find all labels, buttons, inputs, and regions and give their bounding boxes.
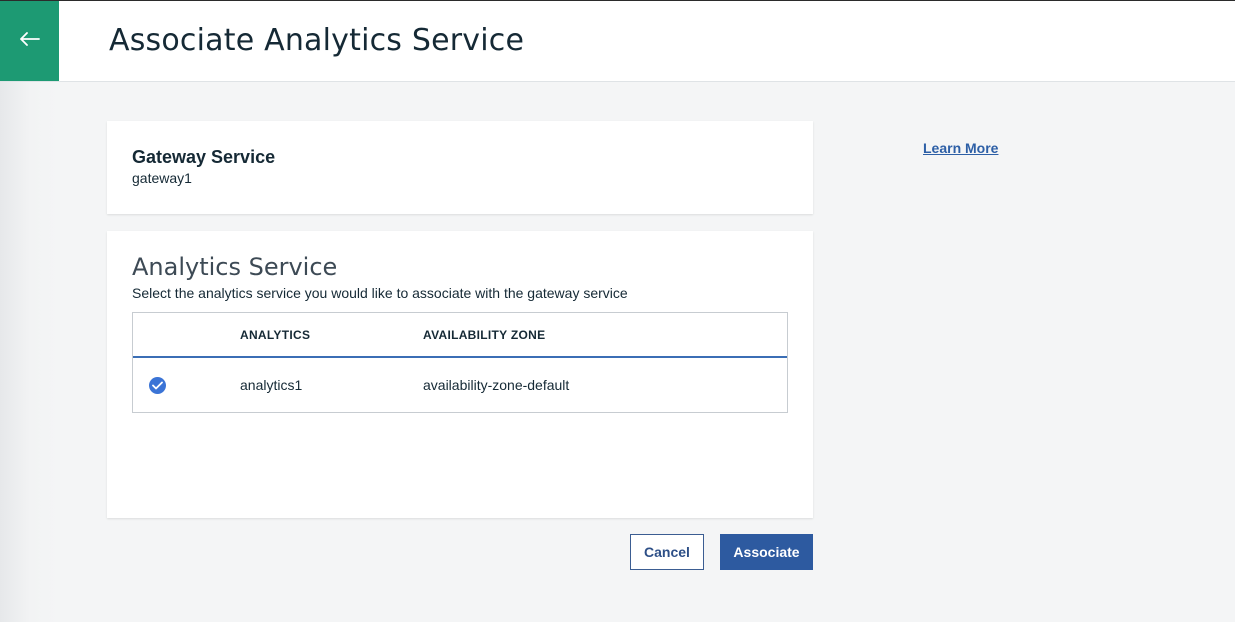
associate-button[interactable]: Associate [720,534,813,570]
radio-selected-icon[interactable] [149,377,166,394]
analytics-service-description: Select the analytics service you would l… [132,285,628,301]
gateway-service-heading: Gateway Service [132,147,276,167]
analytics-service-card: Analytics Service Select the analytics s… [107,231,813,518]
analytics-table: ANALYTICS AVAILABILITY ZONE analytics1 a… [132,312,788,413]
gateway-service-card: Gateway Service gateway1 [107,121,813,214]
table-row[interactable]: analytics1 availability-zone-default [133,358,787,412]
cell-availability-zone: availability-zone-default [423,377,570,393]
page-title: Associate Analytics Service [109,23,525,58]
column-header-availability-zone[interactable]: AVAILABILITY ZONE [423,328,545,342]
page-header: Associate Analytics Service [0,1,1235,82]
table-header: ANALYTICS AVAILABILITY ZONE [133,313,787,358]
gateway-service-value: gateway1 [132,170,192,186]
cell-analytics: analytics1 [240,377,303,393]
cancel-button[interactable]: Cancel [630,534,704,570]
arrow-left-icon [19,31,40,51]
analytics-service-heading: Analytics Service [132,253,338,281]
back-button[interactable] [0,1,59,81]
learn-more-link[interactable]: Learn More [923,140,998,156]
column-header-analytics[interactable]: ANALYTICS [240,328,310,342]
